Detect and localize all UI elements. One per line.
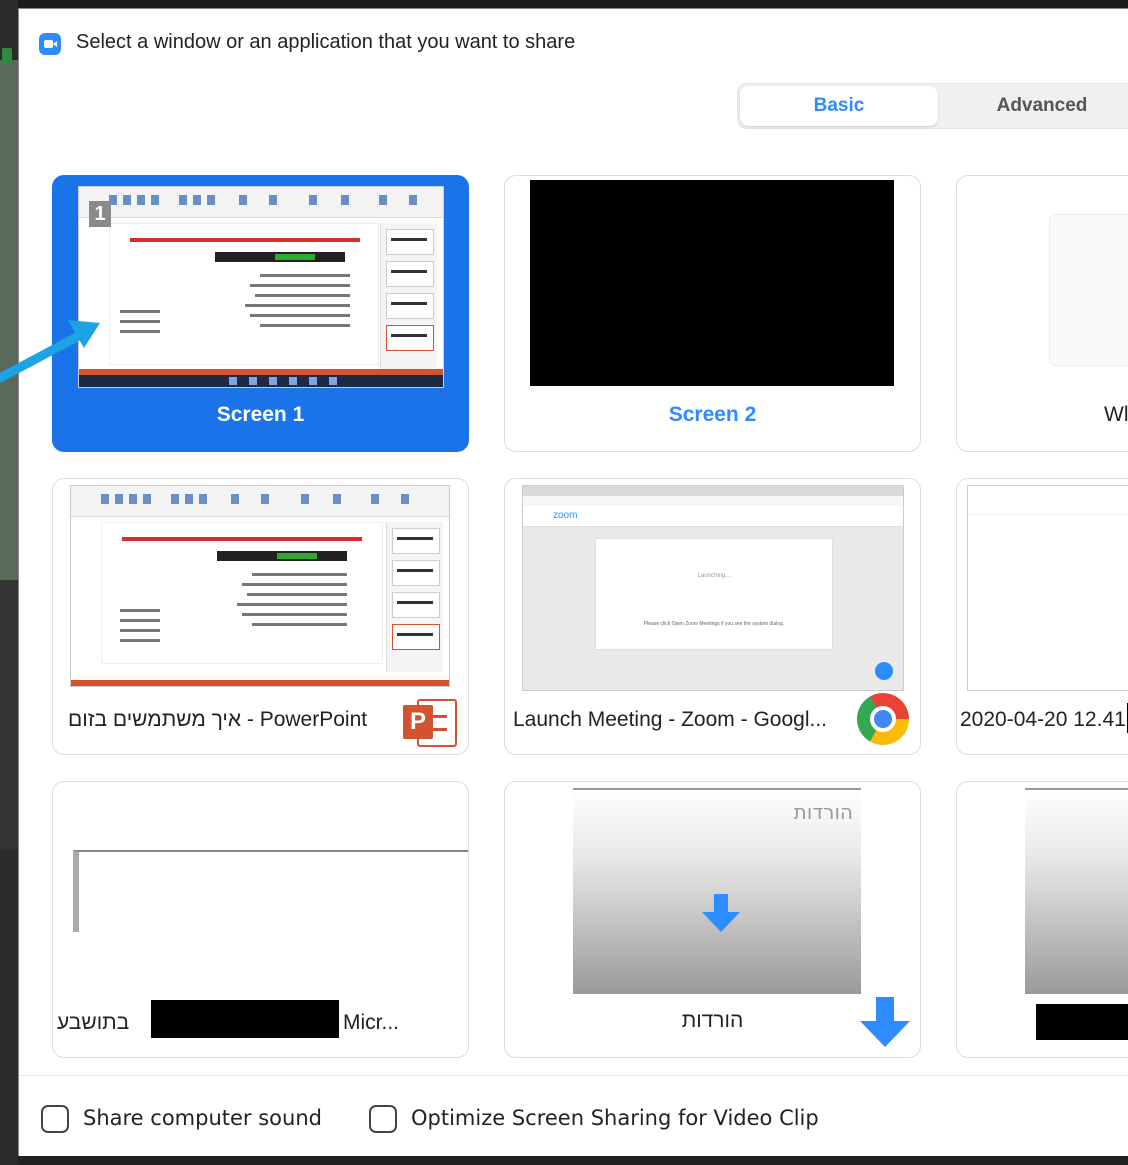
browser-tabs xyxy=(523,486,903,496)
window-9-thumbnail xyxy=(1025,788,1128,994)
ribbon xyxy=(79,187,443,218)
title-bar: Select a window or an application that y… xyxy=(19,9,1128,79)
downloads-thumbnail: הורדות xyxy=(573,788,861,994)
share-computer-sound-checkbox[interactable] xyxy=(41,1105,69,1133)
whiteboard-thumbnail xyxy=(1049,214,1128,366)
background-video xyxy=(0,60,18,580)
downloads-thumb-title: הורדות xyxy=(793,800,853,824)
slide-thumbnails xyxy=(386,522,443,672)
screen-number-badge: 1 xyxy=(89,201,111,227)
screen-1-thumbnail: 1 xyxy=(78,186,444,388)
whiteboard-label: Wl xyxy=(1104,403,1128,426)
dialog-title: Select a window or an application that y… xyxy=(76,31,576,53)
chat-bubble-icon xyxy=(875,662,893,680)
tab-basic[interactable]: Basic xyxy=(740,86,938,126)
chrome-icon xyxy=(857,693,909,745)
redaction-box xyxy=(1036,1004,1128,1040)
share-tile-screen-1[interactable]: 1 Screen 1 xyxy=(52,175,469,452)
powerpoint-thumbnail xyxy=(70,485,450,687)
footer-options: Share computer sound Optimize Screen Sha… xyxy=(19,1075,1128,1157)
file-explorer-label: 2020-04-20 12.41 xyxy=(960,708,1126,731)
screen-1-label: Screen 1 xyxy=(216,403,305,426)
word-thumbnail xyxy=(73,850,468,932)
background-taskbar xyxy=(18,1156,1128,1165)
ribbon xyxy=(71,486,449,517)
share-mode-tabs: Basic Advanced xyxy=(737,83,1128,129)
share-screen-dialog: Select a window or an application that y… xyxy=(18,8,1128,1157)
background-green-marker xyxy=(2,48,12,64)
slide-area xyxy=(109,223,379,365)
downloads-label: הורדות xyxy=(681,1009,744,1032)
explorer-header xyxy=(968,486,1128,515)
slide-thumbnails xyxy=(380,223,437,373)
status-bar xyxy=(71,680,449,686)
screen-2-label: Screen 2 xyxy=(668,403,757,426)
screen-2-thumbnail xyxy=(530,180,894,386)
launch-message: Please click Open Zoom Meetings if you s… xyxy=(643,621,785,627)
chrome-thumbnail: zoom Launching... Please click Open Zoom… xyxy=(522,485,904,691)
share-tile-powerpoint[interactable]: איך משתמשים בזום - PowerPoint P xyxy=(52,478,469,755)
word-label-left: בתושבע xyxy=(57,1011,130,1034)
chrome-label: Launch Meeting - Zoom - Googl... xyxy=(513,708,827,731)
share-tile-word[interactable]: בתושבע Micr... xyxy=(52,781,469,1058)
tab-advanced[interactable]: Advanced xyxy=(942,84,1128,128)
share-tile-whiteboard[interactable]: Wl xyxy=(956,175,1128,452)
slide-area xyxy=(101,522,383,664)
powerpoint-label: איך משתמשים בזום - PowerPoint xyxy=(68,708,368,731)
file-explorer-thumbnail xyxy=(967,485,1128,691)
optimize-video-label[interactable]: Optimize Screen Sharing for Video Clip xyxy=(411,1106,819,1130)
share-tile-chrome[interactable]: zoom Launching... Please click Open Zoom… xyxy=(504,478,921,755)
background-video-2 xyxy=(0,580,18,850)
taskbar xyxy=(79,375,443,387)
powerpoint-icon: P xyxy=(403,697,457,747)
word-label-right: Micr... xyxy=(343,1011,399,1034)
share-tile-window-9[interactable] xyxy=(956,781,1128,1058)
optimize-video-checkbox[interactable] xyxy=(369,1105,397,1133)
share-tile-file-explorer[interactable]: 2020-04-20 12.41 xyxy=(956,478,1128,755)
background-desktop xyxy=(0,0,18,1165)
zoom-page-header xyxy=(523,506,903,527)
share-tile-downloads[interactable]: הורדות הורדות xyxy=(504,781,921,1058)
zoom-page-logo: zoom xyxy=(553,510,578,521)
redaction-box xyxy=(151,1000,339,1038)
launch-panel: Launching... Please click Open Zoom Meet… xyxy=(595,538,833,650)
share-tile-screen-2[interactable]: Screen 2 xyxy=(504,175,921,452)
zoom-logo-icon xyxy=(39,33,61,55)
launching-text: Launching... xyxy=(697,573,731,579)
share-computer-sound-label[interactable]: Share computer sound xyxy=(83,1106,322,1130)
